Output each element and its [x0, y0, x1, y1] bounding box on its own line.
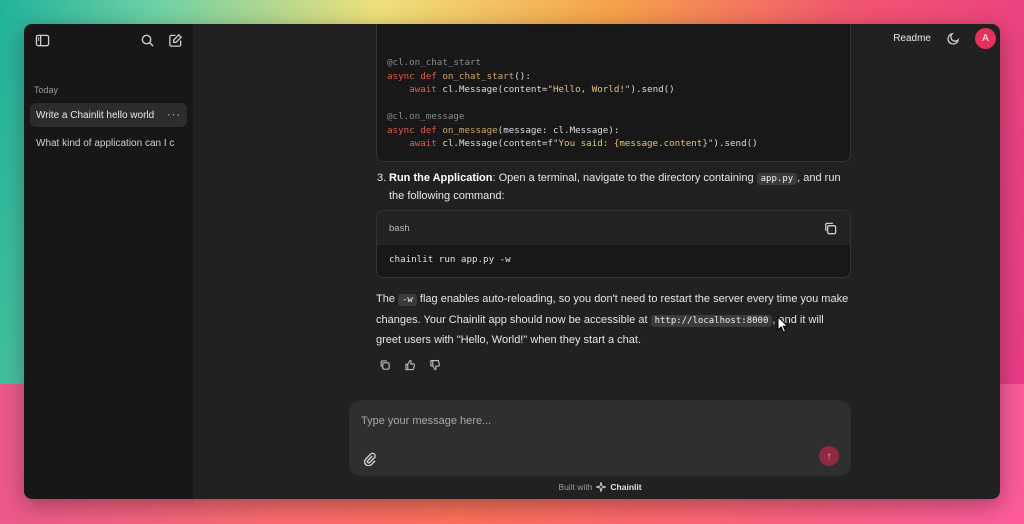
chat-main: Readme A @cl.on_chat_start async def on_… [193, 24, 1000, 499]
thread-item[interactable]: Write a Chainlit hello world ··· [30, 103, 187, 127]
new-chat-icon[interactable] [167, 33, 183, 49]
step-number: 3. [377, 172, 387, 184]
top-bar: Readme A [893, 28, 996, 49]
code-line: async def on_chat_start(): [387, 70, 531, 82]
step-title: Run the Application [389, 172, 493, 184]
copy-icon[interactable] [822, 220, 838, 236]
thumbs-down-icon[interactable] [428, 358, 441, 371]
sidebar: Today Write a Chainlit hello world ··· W… [24, 24, 193, 499]
moon-icon[interactable] [945, 31, 961, 47]
chainlit-logo-icon [596, 482, 607, 492]
code-line: @cl.on_chat_start [387, 57, 482, 68]
message-actions [378, 358, 441, 371]
code-line: @cl.on_message [387, 111, 465, 122]
thread-more-button[interactable]: ··· [167, 109, 181, 121]
readme-button[interactable]: Readme [893, 33, 931, 44]
code-line: await cl.Message(content=f"You said: {me… [409, 138, 758, 149]
send-button[interactable]: ↑ [819, 446, 839, 466]
bash-command: chainlit run app.py -w [389, 254, 511, 265]
thread-item[interactable]: What kind of application can I c [30, 131, 187, 155]
copy-icon[interactable] [378, 358, 391, 371]
code-block-header: bash [377, 211, 850, 245]
thread-label: What kind of application can I c [36, 137, 175, 149]
message-input[interactable] [361, 415, 839, 427]
footer: Built with Chainlit [349, 482, 851, 492]
built-with-label: Built with [558, 482, 593, 492]
mouse-cursor-icon [777, 316, 789, 333]
section-label-today: Today [34, 85, 59, 95]
code-line: await cl.Message(content="Hello, World!"… [409, 84, 675, 95]
inline-code: app.py [756, 173, 798, 185]
search-icon[interactable] [139, 33, 155, 49]
thread-label: Write a Chainlit hello world [36, 109, 155, 121]
paragraph-text: The [376, 293, 399, 305]
step-text: : Open a terminal, navigate to the direc… [492, 172, 757, 184]
inline-code: -w [398, 294, 417, 306]
inline-code-url: http://localhost:8000 [650, 314, 773, 327]
paperclip-icon[interactable] [361, 450, 377, 466]
arrow-up-icon: ↑ [826, 450, 832, 462]
sidebar-toggle-icon[interactable] [34, 33, 50, 49]
message-composer: ↑ [349, 400, 851, 476]
python-code-block: @cl.on_chat_start async def on_chat_star… [376, 24, 851, 162]
sidebar-toolbar [30, 32, 187, 49]
chainlit-window: Today Write a Chainlit hello world ··· W… [24, 24, 1000, 499]
code-line: async def on_message(message: cl.Message… [387, 124, 620, 136]
chainlit-brand-link[interactable]: Chainlit [610, 482, 641, 492]
code-language-label: bash [389, 222, 410, 234]
step-3: 3. Run the Application: Open a terminal,… [376, 170, 851, 205]
thumbs-up-icon[interactable] [403, 358, 416, 371]
avatar[interactable]: A [975, 28, 996, 49]
bash-code-block: bash chainlit run app.py -w [376, 210, 851, 278]
